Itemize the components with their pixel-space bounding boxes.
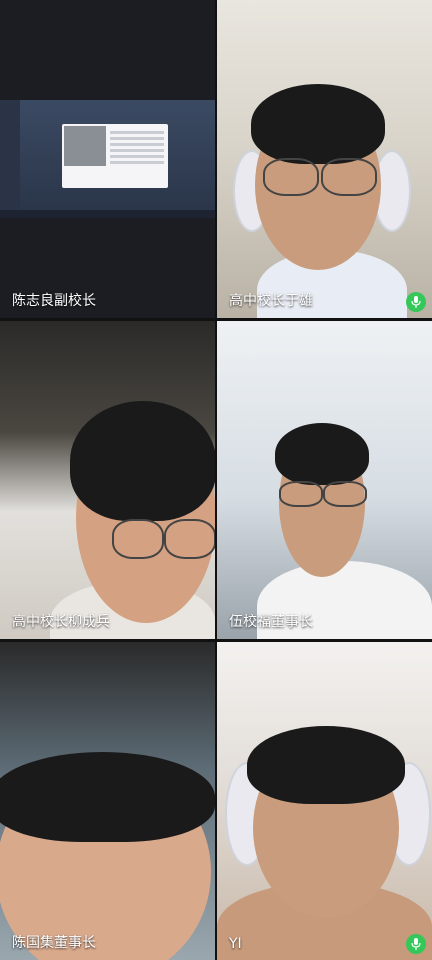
participant-name: 高中校长柳成兵: [12, 614, 110, 630]
person-hair: [0, 752, 215, 842]
video-thumbnail: [64, 126, 106, 166]
glasses-right: [321, 158, 377, 196]
glasses-left: [112, 519, 164, 559]
person-hair: [251, 84, 385, 164]
window-list: [110, 128, 164, 167]
participant-tile-1[interactable]: 陈志良副校长: [0, 0, 215, 318]
glasses-right: [164, 519, 215, 559]
microphone-icon: [406, 934, 426, 954]
person-hair: [275, 423, 369, 485]
person-hair: [70, 401, 215, 521]
glasses-right: [323, 481, 367, 507]
participant-tile-4[interactable]: 伍校福董事长: [217, 321, 432, 639]
participant-tile-2[interactable]: 高中校长于雄: [217, 0, 432, 318]
glasses-left: [279, 481, 323, 507]
participant-tile-6[interactable]: YI: [217, 642, 432, 960]
video-grid: 陈志良副校长 高中校长于雄 高中校长柳成兵 伍校福董事长 陈国集董事长 YI: [0, 0, 432, 960]
participant-name: 伍校福董事长: [229, 614, 313, 630]
participant-tile-5[interactable]: 陈国集董事长: [0, 642, 215, 960]
taskbar: [0, 210, 215, 218]
desktop-icons: [0, 100, 20, 218]
participant-tile-3[interactable]: 高中校长柳成兵: [0, 321, 215, 639]
microphone-icon: [406, 292, 426, 312]
participant-name: 陈志良副校长: [12, 293, 96, 309]
shared-screen-preview: [0, 100, 215, 218]
participant-name: 高中校长于雄: [229, 293, 313, 309]
person-hair: [247, 726, 405, 804]
participant-name: YI: [229, 936, 242, 952]
participant-name: 陈国集董事长: [12, 935, 96, 951]
app-window: [62, 124, 168, 188]
glasses-left: [263, 158, 319, 196]
